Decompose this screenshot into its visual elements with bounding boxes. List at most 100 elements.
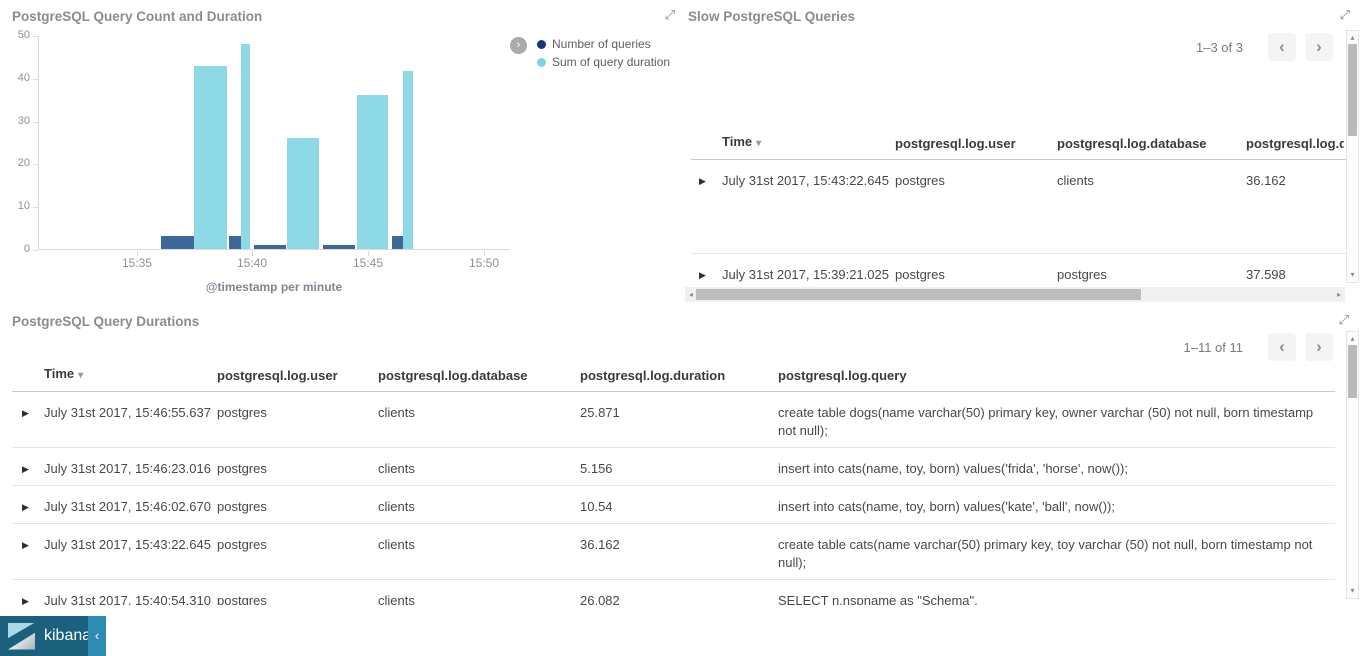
prev-page-button[interactable]: ‹ (1268, 333, 1296, 361)
table-header-row: Time▾ postgresql.log.user postgresql.log… (691, 66, 1352, 160)
table-header-row: Time▾ postgresql.log.user postgresql.log… (12, 366, 1335, 392)
bar-duration[interactable] (287, 138, 319, 249)
next-page-button[interactable]: › (1305, 333, 1333, 361)
expand-row-icon[interactable]: ▶ (22, 536, 36, 554)
cell-query: create table dogs(name varchar(50) prima… (778, 404, 1335, 440)
scrollbar-thumb[interactable] (696, 289, 1141, 300)
panel-title: Slow PostgreSQL Queries (688, 9, 855, 24)
scroll-down-icon[interactable]: ▾ (1347, 270, 1358, 280)
legend-item[interactable]: Sum of query duration (537, 53, 670, 71)
slow-queries-table: Time▾ postgresql.log.user postgresql.log… (691, 66, 1352, 285)
bar-duration[interactable] (357, 95, 388, 249)
cell-user: postgres (217, 404, 378, 422)
cell-user: postgres (895, 266, 1057, 284)
query-durations-table: Time▾ postgresql.log.user postgresql.log… (12, 366, 1335, 605)
pagination: 1–11 of 11 ‹ › (1183, 333, 1333, 361)
table-body: ▶July 31st 2017, 15:43:22.645postgrescli… (691, 160, 1352, 285)
x-tick-mark (137, 251, 138, 256)
column-header-database[interactable]: postgresql.log.database (378, 367, 580, 385)
panel-query-count-duration: PostgreSQL Query Count and Duration ⤢ 01… (0, 0, 683, 305)
table-row: ▶July 31st 2017, 15:39:21.025postgrespos… (691, 254, 1352, 285)
horizontal-scrollbar[interactable]: ◂ ▸ (685, 287, 1345, 302)
cell-database: clients (1057, 172, 1246, 190)
expand-panel-icon[interactable]: ⤢ (1339, 312, 1349, 328)
legend-toggle-icon[interactable]: › (510, 37, 527, 54)
scroll-down-icon[interactable]: ▾ (1347, 586, 1358, 596)
bar-count[interactable] (392, 236, 403, 249)
column-header-time[interactable]: Time▾ (722, 133, 895, 153)
expand-row-icon[interactable]: ▶ (699, 266, 714, 284)
pagination: 1–3 of 3 ‹ › (1196, 33, 1333, 61)
x-tick-label: 15:50 (469, 256, 499, 270)
y-tick-mark (33, 207, 38, 208)
vertical-scrollbar[interactable]: ▴ ▾ (1346, 331, 1359, 599)
table-row: ▶July 31st 2017, 15:46:55.637postgrescli… (12, 392, 1335, 448)
y-tick-label: 10 (4, 200, 30, 212)
y-tick-mark (33, 79, 38, 80)
bar-count[interactable] (229, 236, 241, 249)
expand-row-icon[interactable]: ▶ (22, 404, 36, 422)
legend-item[interactable]: Number of queries (537, 35, 670, 53)
collapse-nav-button[interactable]: ‹ (88, 616, 106, 656)
cell-time: July 31st 2017, 15:46:23.016 (44, 460, 217, 478)
bar-count[interactable] (161, 236, 194, 249)
scroll-left-icon[interactable]: ◂ (689, 287, 693, 302)
row-caret-cell: ▶ (691, 172, 722, 190)
y-tick-mark (33, 122, 38, 123)
row-caret-cell: ▶ (12, 460, 44, 478)
panel-slow-queries: Slow PostgreSQL Queries ⤢ 1–3 of 3 ‹ › T… (683, 0, 1363, 305)
kibana-nav-bar: kibana ‹ (0, 616, 106, 656)
prev-page-button[interactable]: ‹ (1268, 33, 1296, 61)
expand-panel-icon[interactable]: ⤢ (665, 7, 675, 23)
cell-user: postgres (217, 592, 378, 605)
cell-database: postgres (1057, 266, 1246, 284)
y-tick-mark (33, 164, 38, 165)
cell-query: insert into cats(name, toy, born) values… (778, 460, 1335, 478)
cell-user: postgres (217, 536, 378, 554)
expand-row-icon[interactable]: ▶ (22, 460, 36, 478)
scroll-up-icon[interactable]: ▴ (1347, 33, 1358, 43)
cell-user: postgres (217, 498, 378, 516)
cell-duration: 37.598 (1246, 266, 1344, 284)
column-header-query[interactable]: postgresql.log.query (778, 367, 1335, 385)
cell-duration: 5.156 (580, 460, 778, 478)
cell-database: clients (378, 536, 580, 554)
cell-user: postgres (895, 172, 1057, 190)
vertical-scrollbar[interactable]: ▴ ▾ (1346, 30, 1359, 283)
expand-row-icon[interactable]: ▶ (22, 592, 36, 605)
x-tick-label: 15:40 (237, 256, 267, 270)
next-page-button[interactable]: › (1305, 33, 1333, 61)
panel-query-durations: PostgreSQL Query Durations ⤢ 1–11 of 11 … (0, 305, 1363, 605)
x-tick-label: 15:35 (122, 256, 152, 270)
cell-query: insert into cats(name, toy, born) values… (778, 498, 1335, 516)
cell-duration: 36.162 (1246, 172, 1344, 190)
panel-title: PostgreSQL Query Count and Duration (12, 9, 262, 24)
expand-panel-icon[interactable]: ⤢ (1340, 7, 1350, 23)
sort-caret-icon: ▾ (756, 138, 761, 149)
scroll-right-icon[interactable]: ▸ (1337, 287, 1341, 302)
legend-label: Number of queries (552, 37, 651, 51)
column-header-duration[interactable]: postgresql.log.duration (1246, 135, 1344, 153)
row-caret-cell: ▶ (12, 498, 44, 516)
y-tick-label: 30 (4, 115, 30, 127)
bar-count[interactable] (323, 245, 355, 249)
column-header-time[interactable]: Time▾ (44, 366, 217, 385)
cell-duration: 25.871 (580, 404, 778, 422)
y-tick-label: 20 (4, 157, 30, 169)
x-tick-mark (484, 251, 485, 256)
scrollbar-thumb[interactable] (1348, 345, 1357, 398)
expand-row-icon[interactable]: ▶ (22, 498, 36, 516)
legend-dot-icon (537, 40, 546, 49)
column-header-database[interactable]: postgresql.log.database (1057, 135, 1246, 153)
scroll-up-icon[interactable]: ▴ (1347, 334, 1358, 344)
column-header-user[interactable]: postgresql.log.user (217, 367, 378, 385)
bar-duration[interactable] (403, 71, 413, 249)
column-header-duration[interactable]: postgresql.log.duration (580, 367, 778, 385)
cell-query: SELECT n.nspname as "Schema", c.relname … (778, 592, 1335, 605)
bar-duration[interactable] (194, 66, 227, 249)
scrollbar-thumb[interactable] (1348, 44, 1357, 136)
bar-duration[interactable] (241, 44, 250, 249)
expand-row-icon[interactable]: ▶ (699, 172, 714, 190)
bar-count[interactable] (254, 245, 286, 249)
column-header-user[interactable]: postgresql.log.user (895, 135, 1057, 153)
